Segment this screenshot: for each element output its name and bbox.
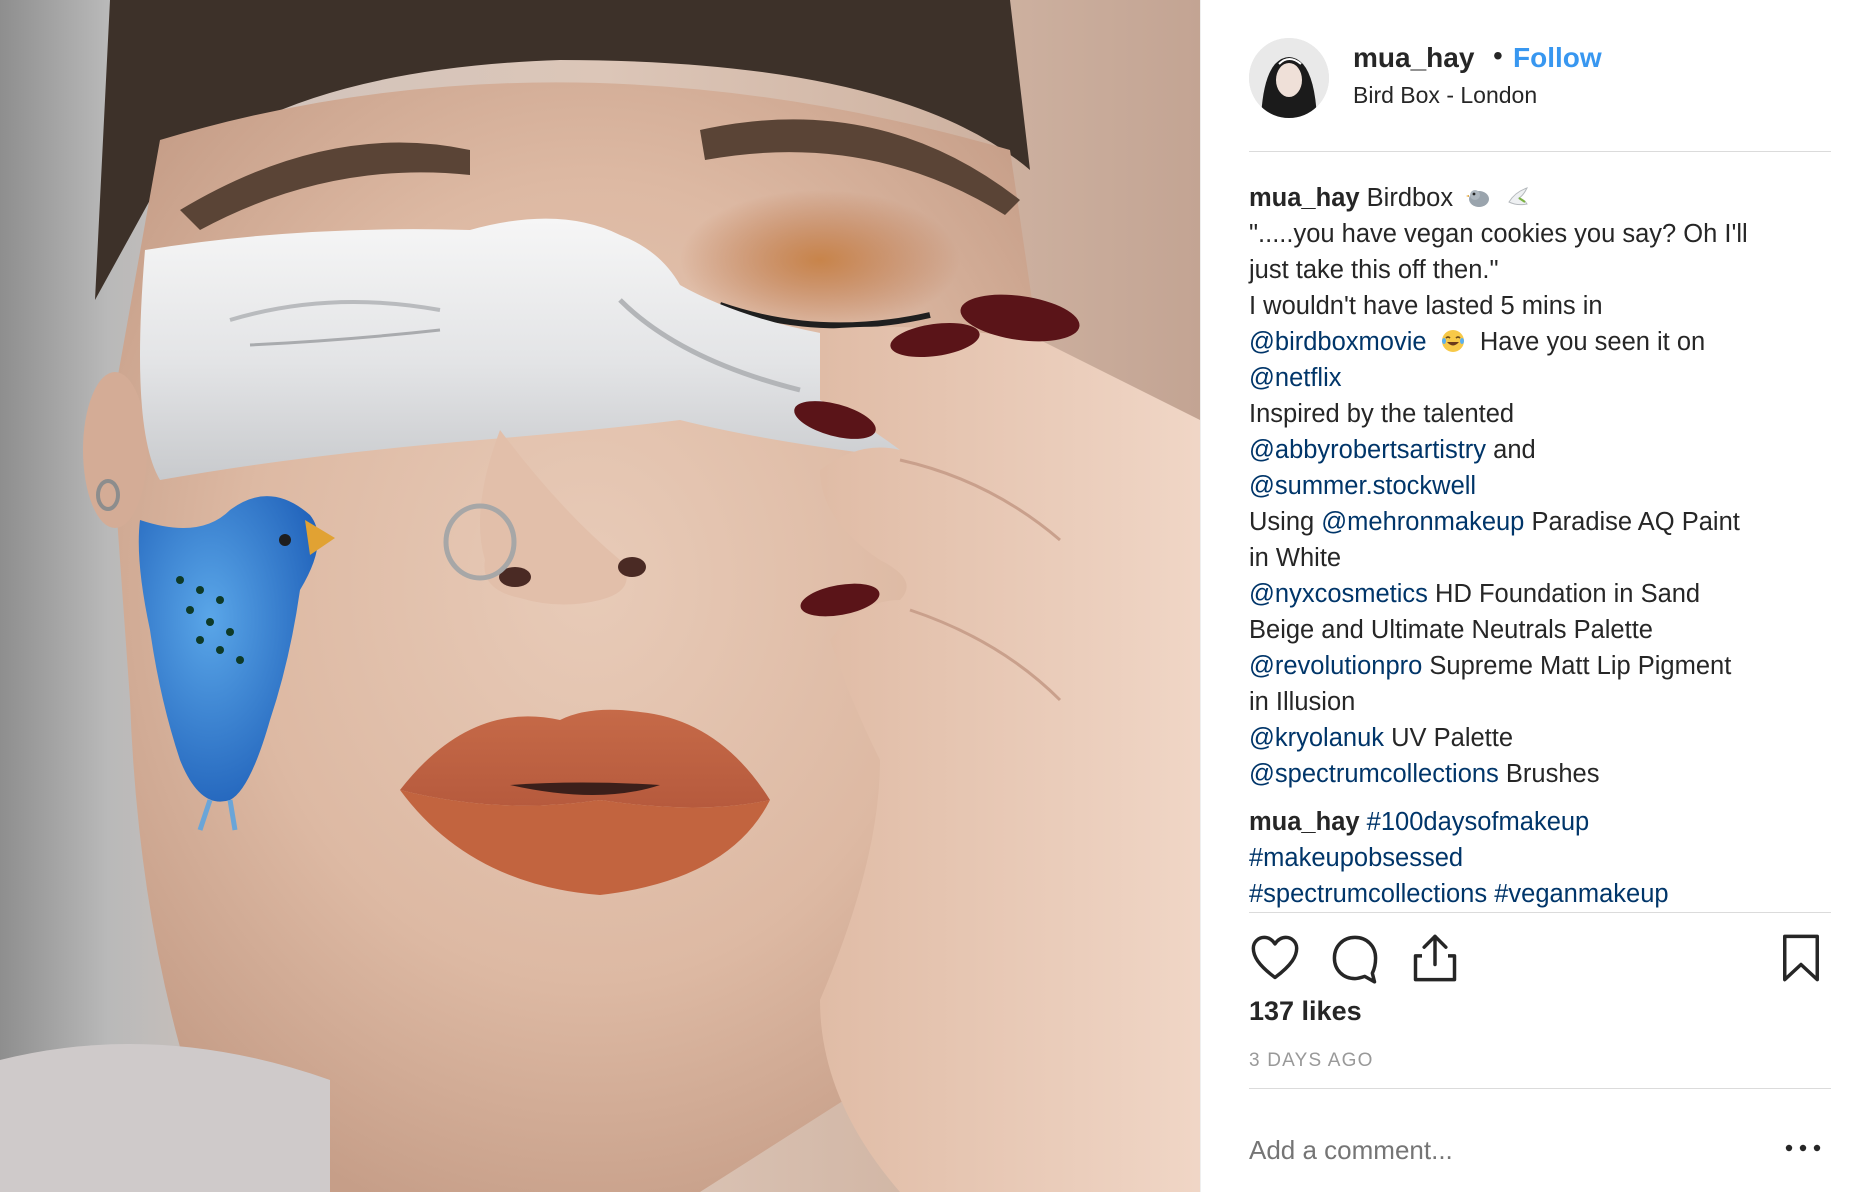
caption-line: in Illusion: [1249, 688, 1356, 716]
caption-line: Brushes: [1505, 760, 1600, 788]
caption-line: UV Palette: [1391, 724, 1514, 752]
hashtag-link[interactable]: #100daysofmakeup: [1367, 808, 1590, 836]
post-timestamp[interactable]: 3 DAYS AGO: [1249, 1050, 1374, 1072]
divider: [1249, 1088, 1831, 1089]
caption-line: Paradise AQ Paint: [1531, 508, 1740, 536]
add-comment-input[interactable]: [1249, 1130, 1739, 1170]
hashtag-link[interactable]: #makeupobsessed: [1249, 844, 1463, 872]
caption-line: just take this off then.": [1249, 256, 1499, 284]
mention-link[interactable]: @kryolanuk: [1249, 724, 1384, 752]
like-button[interactable]: [1249, 932, 1301, 984]
action-bar: [1249, 932, 1831, 988]
share-icon: [1413, 934, 1457, 982]
bird-emoji-icon: [1466, 190, 1490, 207]
share-button[interactable]: [1409, 932, 1461, 984]
caption-line: ".....you have vegan cookies you say? Oh…: [1249, 220, 1748, 248]
makeup-portrait-illustration: [0, 0, 1200, 1192]
hashtag-link[interactable]: #spectrumcollections: [1249, 880, 1487, 908]
save-button[interactable]: [1775, 932, 1827, 984]
caption-line: HD Foundation in Sand: [1435, 580, 1701, 608]
post-location[interactable]: Bird Box - London: [1353, 82, 1537, 109]
mention-link[interactable]: @summer.stockwell: [1249, 472, 1476, 500]
post-username[interactable]: mua_hay: [1353, 42, 1474, 74]
caption-username[interactable]: mua_hay: [1249, 184, 1360, 212]
caption-title: Birdbox: [1366, 184, 1454, 212]
caption-line: Beige and Ultimate Neutrals Palette: [1249, 616, 1653, 644]
caption-line: Supreme Matt Lip Pigment: [1429, 652, 1732, 680]
mention-link[interactable]: @nyxcosmetics: [1249, 580, 1428, 608]
post-header: mua_hay • Follow Bird Box - London: [1249, 38, 1831, 152]
post-photo[interactable]: [0, 0, 1200, 1192]
mention-link[interactable]: @mehronmakeup: [1321, 508, 1524, 536]
caption-line: in White: [1249, 544, 1342, 572]
comment-icon: [1332, 935, 1378, 984]
comment-item: mua_hay #100daysofmakeup #makeupobsessed…: [1249, 804, 1831, 912]
comment-username[interactable]: mua_hay: [1249, 808, 1360, 836]
likes-count[interactable]: 137 likes: [1249, 996, 1362, 1027]
caption-line: Using: [1249, 508, 1315, 536]
caption-line: and: [1493, 436, 1536, 464]
heart-icon: [1251, 935, 1299, 980]
hashtag-link[interactable]: #veganmakeup: [1494, 880, 1668, 908]
avatar-image: [1249, 38, 1329, 118]
tears-of-joy-emoji-icon: [1441, 330, 1464, 352]
mention-link[interactable]: @spectrumcollections: [1249, 760, 1499, 788]
caption-line: Inspired by the talented: [1249, 400, 1515, 428]
follow-button[interactable]: Follow: [1513, 42, 1602, 74]
more-options-icon[interactable]: [1781, 1138, 1825, 1158]
mention-link[interactable]: @netflix: [1249, 364, 1342, 392]
instagram-post: mua_hay • Follow Bird Box - London mua_h…: [0, 0, 1864, 1192]
dove-emoji-icon: [1508, 187, 1529, 206]
mention-link[interactable]: @abbyrobertsartistry: [1249, 436, 1486, 464]
comments-section: mua_hay Birdbox ".....you have vegan coo…: [1249, 180, 1831, 910]
divider: [1249, 912, 1831, 913]
mention-link[interactable]: @birdboxmovie: [1249, 328, 1427, 356]
mention-link[interactable]: @revolutionpro: [1249, 652, 1422, 680]
caption: mua_hay Birdbox ".....you have vegan coo…: [1249, 180, 1831, 792]
separator-dot: •: [1493, 40, 1503, 71]
comment-button[interactable]: [1329, 932, 1381, 984]
post-side-panel: mua_hay • Follow Bird Box - London mua_h…: [1200, 0, 1864, 1192]
bookmark-icon: [1783, 934, 1819, 982]
avatar[interactable]: [1249, 38, 1329, 118]
caption-line: I wouldn't have lasted 5 mins in: [1249, 292, 1603, 320]
caption-line: Have you seen it on: [1479, 328, 1706, 356]
